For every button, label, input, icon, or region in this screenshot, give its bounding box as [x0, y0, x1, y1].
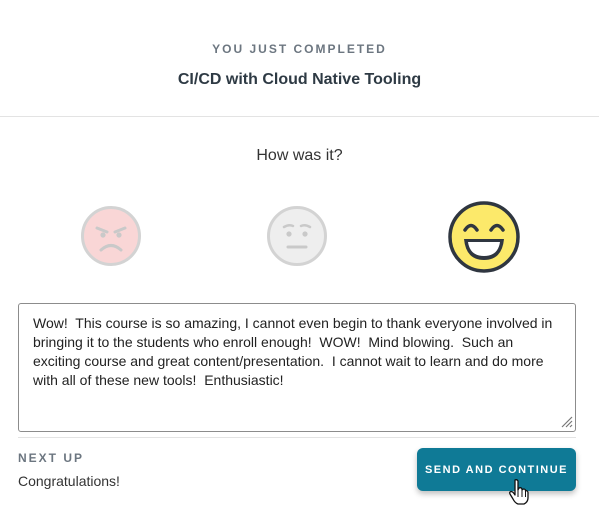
rating-sad-button[interactable]	[80, 205, 142, 267]
sad-face-icon	[81, 206, 141, 266]
rating-neutral-button[interactable]	[266, 205, 328, 267]
resize-grip-icon[interactable]	[559, 414, 573, 428]
next-up-label: NEXT UP	[18, 451, 85, 465]
rating-question: How was it?	[256, 147, 343, 164]
happy-face-icon	[448, 201, 520, 273]
neutral-face-icon	[267, 206, 327, 266]
rating-happy-button[interactable]	[447, 200, 521, 274]
next-up-value: Congratulations!	[18, 473, 120, 489]
footer-divider	[18, 437, 576, 438]
completed-eyebrow: YOU JUST COMPLETED	[212, 42, 387, 56]
course-title: CI/CD with Cloud Native Tooling	[177, 71, 422, 88]
comment-textarea[interactable]	[18, 303, 576, 432]
completion-header: YOU JUST COMPLETED CI/CD with Cloud Nati…	[0, 0, 599, 117]
send-and-continue-button[interactable]: SEND AND CONTINUE	[417, 448, 576, 491]
